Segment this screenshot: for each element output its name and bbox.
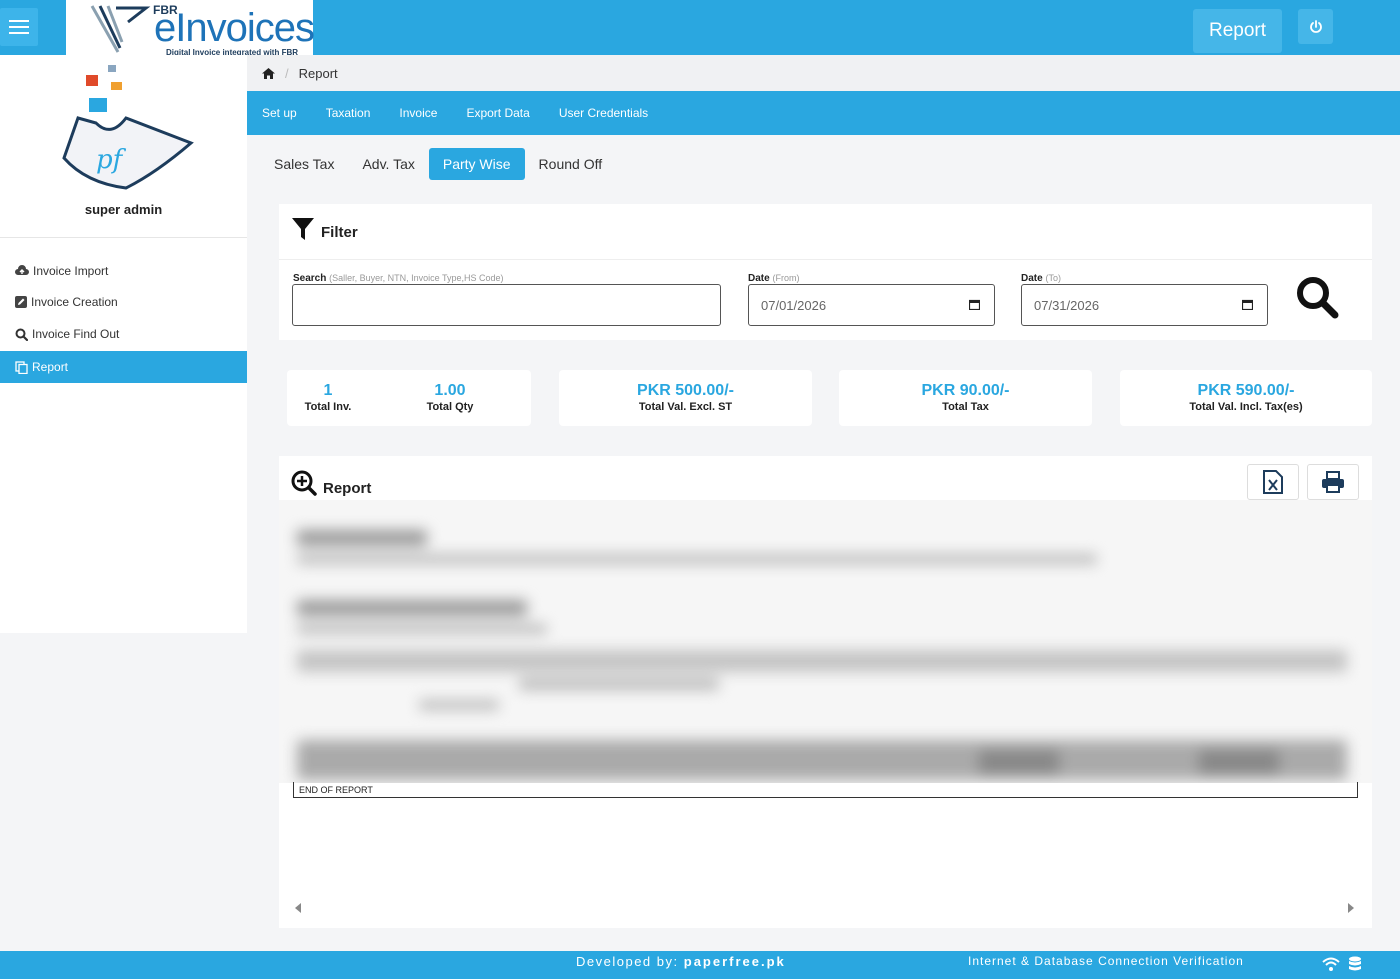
export-excel-button[interactable] bbox=[1247, 464, 1299, 500]
logo-mark-icon bbox=[90, 5, 151, 53]
sidebar: pf super admin Invoice Import Invoice Cr… bbox=[0, 55, 247, 633]
app-logo[interactable]: FBR eInvoices Digital Invoice integrated… bbox=[66, 0, 315, 60]
total-excl-label: Total Val. Excl. ST bbox=[638, 401, 733, 413]
user-name: super admin bbox=[84, 202, 163, 217]
filter-icon bbox=[292, 217, 314, 240]
date-to-field[interactable]: 07/31/2026 bbox=[1021, 284, 1268, 326]
total-incl-label: Total Val. Incl. Tax(es) bbox=[1189, 401, 1303, 413]
sidebar-item-report[interactable]: Report bbox=[0, 351, 247, 383]
report-header: Report bbox=[291, 468, 371, 497]
svg-text:pf: pf bbox=[96, 145, 127, 175]
date-from-label-text: Date bbox=[748, 273, 770, 284]
date-to-value: 07/31/2026 bbox=[1034, 297, 1100, 313]
total-inv-value: 1 bbox=[323, 382, 333, 399]
power-button[interactable] bbox=[1298, 9, 1333, 44]
report-panel: Report END OF REPORT bbox=[279, 456, 1372, 928]
filter-header: Filter bbox=[291, 216, 358, 241]
menu-invoice[interactable]: Invoice bbox=[399, 106, 437, 120]
total-incl-value: PKR 590.00/- bbox=[1197, 382, 1295, 399]
report-title: Report bbox=[323, 480, 372, 497]
developed-by-label: Developed by: bbox=[576, 954, 679, 969]
sidebar-item-label: Invoice Creation bbox=[31, 295, 118, 309]
scroll-left-arrow[interactable] bbox=[295, 903, 301, 913]
blurred-report-body bbox=[279, 500, 1372, 783]
menu-taxation[interactable]: Taxation bbox=[326, 106, 371, 120]
breadcrumb-separator: / bbox=[285, 65, 289, 81]
sidebar-item-invoice-import[interactable]: Invoice Import bbox=[0, 255, 247, 287]
total-qty-value: 1.00 bbox=[434, 382, 466, 399]
breadcrumb-current: Report bbox=[298, 65, 338, 81]
search-icon bbox=[15, 328, 28, 341]
total-tax-value: PKR 90.00/- bbox=[921, 382, 1010, 399]
date-to-label-text: Date bbox=[1021, 273, 1043, 284]
calendar-icon[interactable] bbox=[969, 299, 980, 310]
tab-round-off[interactable]: Round Off bbox=[525, 148, 617, 180]
sidebar-item-invoice-creation[interactable]: Invoice Creation bbox=[0, 286, 247, 318]
scroll-right-arrow[interactable] bbox=[1348, 903, 1354, 913]
filter-panel: Filter Search (Saller, Buyer, NTN, Invoi… bbox=[279, 204, 1372, 340]
sidebar-item-label: Report bbox=[32, 360, 69, 374]
tab-party-wise[interactable]: Party Wise bbox=[428, 148, 525, 180]
menu-setup[interactable]: Set up bbox=[262, 106, 297, 120]
total-tax-label: Total Tax bbox=[942, 401, 989, 413]
menu-export-data[interactable]: Export Data bbox=[466, 106, 529, 120]
cloud-upload-icon bbox=[15, 265, 29, 275]
total-qty-label: Total Qty bbox=[426, 401, 474, 413]
print-button[interactable] bbox=[1307, 464, 1359, 500]
date-from-value: 07/01/2026 bbox=[761, 297, 827, 313]
tab-adv-tax[interactable]: Adv. Tax bbox=[348, 148, 428, 180]
search-hint: (Saller, Buyer, NTN, Invoice Type,HS Cod… bbox=[329, 273, 504, 283]
home-icon[interactable] bbox=[262, 67, 275, 79]
search-label-text: Search bbox=[293, 273, 327, 284]
footer: Developed by: paperfree.pk Internet & Da… bbox=[0, 951, 1400, 979]
filter-title: Filter bbox=[321, 224, 358, 241]
sidebar-divider bbox=[0, 237, 247, 238]
report-content-blurred bbox=[279, 500, 1372, 783]
calendar-icon[interactable] bbox=[1242, 299, 1253, 310]
sidebar-item-label: Invoice Import bbox=[33, 264, 109, 278]
date-to-hint: (To) bbox=[1045, 273, 1061, 283]
file-excel-icon bbox=[1263, 470, 1283, 494]
stat-card-inv-qty: 1 Total Inv. 1.00 Total Qty bbox=[287, 370, 531, 426]
date-from-field[interactable]: 07/01/2026 bbox=[748, 284, 995, 326]
footer-status-icons bbox=[1322, 956, 1362, 972]
end-of-report: END OF REPORT bbox=[293, 782, 1358, 798]
wifi-icon bbox=[1322, 957, 1340, 971]
database-icon bbox=[1349, 956, 1361, 971]
stat-card-excl: PKR 500.00/- Total Val. Excl. ST bbox=[559, 370, 812, 426]
tab-sales-tax[interactable]: Sales Tax bbox=[260, 148, 348, 180]
search-label: Search (Saller, Buyer, NTN, Invoice Type… bbox=[293, 273, 504, 284]
report-tabs: Sales Tax Adv. Tax Party Wise Round Off bbox=[260, 148, 616, 180]
filter-divider bbox=[279, 259, 1372, 260]
date-from-label: Date (From) bbox=[748, 273, 799, 284]
sidebar-item-label: Invoice Find Out bbox=[32, 327, 120, 341]
report-button[interactable]: Report bbox=[1193, 9, 1282, 53]
total-excl-value: PKR 500.00/- bbox=[637, 382, 734, 399]
total-inv-label: Total Inv. bbox=[304, 401, 352, 413]
connection-status: Internet & Database Connection Verificat… bbox=[968, 954, 1244, 968]
print-icon bbox=[1322, 471, 1344, 493]
stat-card-tax: PKR 90.00/- Total Tax bbox=[839, 370, 1092, 426]
stat-card-incl: PKR 590.00/- Total Val. Incl. Tax(es) bbox=[1120, 370, 1372, 426]
search-button[interactable] bbox=[1295, 275, 1339, 319]
logo-title: eInvoices bbox=[154, 6, 315, 50]
power-icon bbox=[1309, 19, 1322, 33]
date-from-hint: (From) bbox=[772, 273, 800, 283]
date-to-label: Date (To) bbox=[1021, 273, 1061, 284]
user-avatar: pf bbox=[62, 65, 194, 190]
developer-link[interactable]: paperfree.pk bbox=[684, 954, 786, 969]
edit-icon bbox=[15, 296, 27, 308]
copy-icon bbox=[15, 360, 28, 374]
breadcrumb: / Report bbox=[247, 55, 1400, 91]
hamburger-menu-icon[interactable] bbox=[0, 8, 38, 46]
menu-user-credentials[interactable]: User Credentials bbox=[559, 106, 648, 120]
developed-by: Developed by: paperfree.pk bbox=[576, 954, 786, 969]
sidebar-item-invoice-find-out[interactable]: Invoice Find Out bbox=[0, 318, 247, 350]
search-input[interactable] bbox=[292, 284, 721, 326]
zoom-in-icon bbox=[291, 470, 317, 496]
main-menu: Set up Taxation Invoice Export Data User… bbox=[247, 91, 1400, 135]
